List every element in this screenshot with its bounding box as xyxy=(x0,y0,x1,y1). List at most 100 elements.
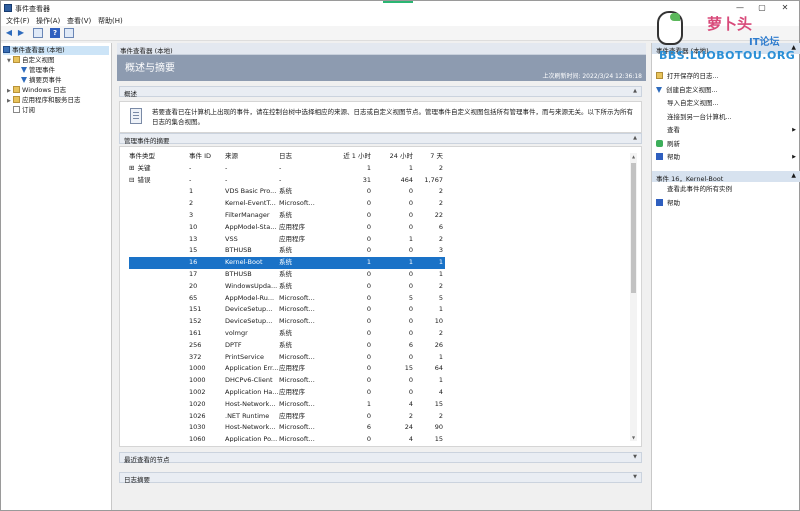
overview-panel: 若要查看已在计算机上出现的事件，请在控制台树中选择相应的来源、日志或自定义视图节… xyxy=(119,101,642,133)
table-row[interactable]: 1060 Application Po... Microsoft... 0 4 15 xyxy=(129,434,445,442)
table-cell: 3 xyxy=(189,211,194,219)
table-row[interactable]: 1030 Host-Network... Microsoft... 6 24 90 xyxy=(129,422,445,434)
back-arrow-icon[interactable]: ◀ xyxy=(4,28,14,38)
table-cell: 4 xyxy=(408,399,413,408)
table-row[interactable]: 372 PrintService Microsoft... 0 0 1 xyxy=(129,352,445,364)
table-cell: 0 xyxy=(408,388,413,396)
table-row[interactable]: 1026 .NET Runtime 应用程序 0 2 2 xyxy=(129,411,445,423)
show-hide-actions-icon[interactable] xyxy=(64,28,74,38)
tree-item-windows-logs[interactable]: ▶ Windows 日志 xyxy=(7,86,66,95)
actions-section-header-event[interactable]: 事件 16，Kernel-Boot ▲ xyxy=(652,171,800,183)
table-row[interactable]: 17 BTHUSB 系统 0 0 1 xyxy=(129,269,445,281)
help-icon[interactable]: ? xyxy=(50,28,60,38)
menu-view[interactable]: 查看(V) xyxy=(67,16,91,26)
table-cell: 0 xyxy=(366,246,371,255)
column-header-1h[interactable]: 近 1 小时 xyxy=(325,151,371,163)
scroll-up-arrow-icon[interactable]: ▲ xyxy=(630,153,637,160)
banner: 概述与摘要 上次刷新时间: 2022/3/24 12:36:18 xyxy=(117,55,646,81)
expand-toggle-icon[interactable]: ⊞ xyxy=(129,164,134,172)
action-item[interactable]: 创建自定义视图... xyxy=(656,85,796,96)
table-cell: - xyxy=(279,163,282,172)
action-item[interactable]: 导入自定义视图... xyxy=(656,98,796,109)
action-item[interactable]: 帮助 ▶ xyxy=(656,152,796,163)
recent-nodes-section-header[interactable]: 最近查看的节点 ▼ xyxy=(119,452,642,464)
expand-icon[interactable]: ▼ xyxy=(633,454,637,460)
action-item[interactable]: 查看此事件的所有实例 xyxy=(656,184,796,195)
table-cell: 24 xyxy=(404,423,413,432)
blank-icon xyxy=(656,185,663,192)
table-row[interactable]: 3 FilterManager 系统 0 0 22 xyxy=(129,210,445,222)
collapse-icon[interactable]: ▲ xyxy=(791,172,796,179)
column-header-source[interactable]: 来源 xyxy=(225,151,279,163)
table-row[interactable]: 256 DPTF 系统 0 6 26 xyxy=(129,340,445,352)
tree-item-root[interactable]: 事件查看器 (本地) xyxy=(3,46,109,55)
table-row[interactable]: 65 AppModel-Ru... Microsoft... 0 5 5 xyxy=(129,293,445,305)
tree-item-summary-events[interactable]: 摘要页事件 xyxy=(21,76,62,85)
table-cell: 2 xyxy=(438,187,443,196)
column-header-24h[interactable]: 24 小时 xyxy=(371,151,413,163)
column-header-7d[interactable]: 7 天 xyxy=(413,151,443,163)
table-cell: 应用程序 xyxy=(279,222,305,231)
table-row[interactable]: 1002 Application Ha... 应用程序 0 0 4 xyxy=(129,387,445,399)
menu-help[interactable]: 帮助(H) xyxy=(98,16,123,26)
table-row[interactable]: 1000 DHCPv6-Client Microsoft... 0 0 1 xyxy=(129,375,445,387)
action-item[interactable]: 打开保存的日志... xyxy=(656,71,796,82)
action-item[interactable]: 帮助 xyxy=(656,198,796,209)
scrollbar-thumb[interactable] xyxy=(631,163,636,293)
action-item[interactable]: 连接到另一台计算机... xyxy=(656,112,796,123)
show-hide-tree-icon[interactable] xyxy=(33,28,43,38)
table-row[interactable]: 10 AppModel-Sta... 应用程序 0 0 6 xyxy=(129,222,445,234)
collapse-icon[interactable]: ▲ xyxy=(633,135,637,141)
table-row[interactable]: 1 VDS Basic Pro... 系统 0 0 2 xyxy=(129,186,445,198)
log-summary-section-header[interactable]: 日志摘要 ▼ xyxy=(119,472,642,484)
table-cell: Microsoft... xyxy=(279,376,315,385)
table-row[interactable]: 2 Kernel-EventT... Microsoft... 0 0 2 xyxy=(129,198,445,210)
table-row[interactable]: 13 VSS 应用程序 0 1 2 xyxy=(129,234,445,246)
collapse-icon[interactable]: ▲ xyxy=(633,88,637,94)
table-cell: 0 xyxy=(366,234,371,243)
forward-arrow-icon[interactable]: ▶ xyxy=(16,28,26,38)
action-item[interactable]: 查看 ▶ xyxy=(656,125,796,136)
table-row[interactable]: 20 WindowsUpda... 系统 0 0 2 xyxy=(129,281,445,293)
summary-section-header[interactable]: 管理事件的摘要 ▲ xyxy=(119,133,642,145)
tree-item-subscriptions[interactable]: 订阅 xyxy=(13,106,35,115)
expand-icon[interactable]: ▼ xyxy=(633,474,637,480)
table-cell: 0 xyxy=(366,270,371,278)
table-cell: 13 xyxy=(189,234,198,243)
table-cell: DPTF xyxy=(225,340,242,349)
table-row[interactable]: 161 volmgr 系统 0 0 2 xyxy=(129,328,445,340)
section-label: 事件 16，Kernel-Boot xyxy=(656,175,724,183)
overview-section-header[interactable]: 概述 ▲ xyxy=(119,86,642,98)
column-header-type[interactable]: 事件类型 xyxy=(129,151,187,163)
table-row[interactable]: 152 DeviceSetup... Microsoft... 0 0 10 xyxy=(129,316,445,328)
table-cell: 0 xyxy=(366,187,371,196)
table-group-row[interactable]: ⊞ 关键 - - -1 1 2 xyxy=(129,163,445,175)
table-cell: 2 xyxy=(438,281,443,290)
admin-events-summary-table: 事件类型 事件 ID 来源 日志 近 1 小时 24 小时 7 天 ⊞ 关键 - - -… xyxy=(127,151,629,442)
table-row[interactable]: 1020 Host-Network... Microsoft... 1 4 15 xyxy=(129,399,445,411)
radish-mascot-icon xyxy=(657,11,683,45)
table-row[interactable]: 151 DeviceSetup... Microsoft... 0 0 1 xyxy=(129,304,445,316)
tree-item-admin-events[interactable]: 管理事件 xyxy=(21,66,55,75)
table-cell: 26 xyxy=(434,340,443,349)
column-header-id[interactable]: 事件 ID xyxy=(189,151,223,163)
table-cell: Application Err... xyxy=(225,364,279,373)
blank-icon xyxy=(656,113,663,120)
table-cell: 2 xyxy=(438,329,443,337)
title-accent-bar xyxy=(383,1,413,3)
table-group-row[interactable]: ⊟ 错误 - - -31 464 1,767 xyxy=(129,175,445,187)
action-item[interactable]: 刷新 xyxy=(656,139,796,150)
filter-icon xyxy=(21,77,27,83)
tree-item-custom-views[interactable]: ▼ 自定义视图 xyxy=(7,56,55,65)
table-row[interactable]: 15 BTHUSB 系统 0 0 3 xyxy=(129,245,445,257)
event-type-cell: ⊞ 关键 xyxy=(129,163,187,175)
column-header-log[interactable]: 日志 xyxy=(279,151,325,163)
expand-toggle-icon[interactable]: ⊟ xyxy=(129,176,134,184)
menu-action[interactable]: 操作(A) xyxy=(36,16,60,26)
menu-file[interactable]: 文件(F) xyxy=(6,16,30,26)
scroll-down-arrow-icon[interactable]: ▼ xyxy=(630,434,637,441)
tree-item-app-service-logs[interactable]: ▶ 应用程序和服务日志 xyxy=(7,96,81,105)
table-scrollbar[interactable]: ▲ ▼ xyxy=(630,153,637,441)
table-row[interactable]: 1000 Application Err... 应用程序 0 15 64 xyxy=(129,363,445,375)
table-row[interactable]: 16 Kernel-Boot 系统 1 1 1 xyxy=(129,257,445,269)
